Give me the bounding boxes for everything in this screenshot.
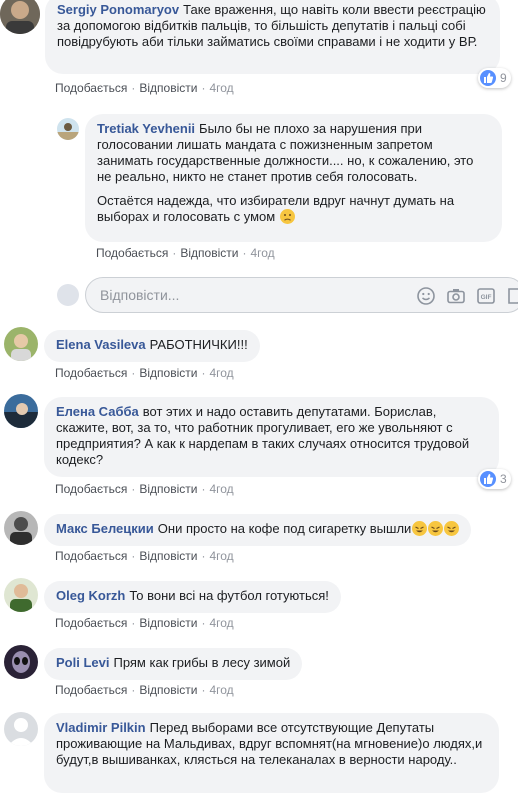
comment-author[interactable]: Елена Сабба [56, 404, 139, 419]
comment-author[interactable]: Oleg Korzh [56, 588, 125, 603]
emoji-icon[interactable] [416, 286, 436, 306]
like-link[interactable]: Подобається [55, 81, 127, 95]
avatar-photo [4, 327, 38, 361]
avatar[interactable] [4, 511, 38, 545]
like-link[interactable]: Подобається [55, 616, 127, 630]
avatar[interactable] [4, 578, 38, 612]
comment-author[interactable]: Tretiak Yevhenii [97, 121, 195, 136]
comment-actions: Подобається · Відповісти · 4год [55, 81, 234, 95]
comment-bubble: Elena Vasileva РАБОТНИЧКИ!!! [44, 330, 260, 362]
avatar-photo [0, 0, 40, 34]
sticker-icon[interactable] [506, 286, 518, 306]
comment-bubble: Макс Белецкии Они просто на кофе под сига… [44, 514, 472, 546]
avatar-photo [4, 511, 38, 545]
comment-actions: Подобається · Відповісти · 4год [55, 549, 234, 563]
gif-icon[interactable]: GIF [476, 286, 496, 306]
like-link[interactable]: Подобається [55, 366, 127, 380]
reply-link[interactable]: Відповісти [139, 81, 197, 95]
reply-link[interactable]: Відповісти [139, 683, 197, 697]
comment-author[interactable]: Elena Vasileva [56, 337, 146, 352]
avatar[interactable] [57, 118, 79, 140]
like-icon [480, 471, 496, 487]
comment-author[interactable]: Poli Levi [56, 655, 109, 670]
reply-link[interactable]: Відповісти [139, 616, 197, 630]
camera-icon[interactable] [446, 286, 466, 306]
comment-author[interactable]: Sergiy Ponomaryov [57, 2, 179, 17]
comment-bubble: Poli Levi Прям как грибы в лесу зимой [44, 648, 303, 680]
comment-actions: Подобається · Відповісти · 4год [55, 616, 234, 630]
comment-time[interactable]: 4год [209, 549, 233, 563]
reply-link[interactable]: Відповісти [139, 482, 197, 496]
rofl-emoji-icon [444, 521, 460, 536]
comment-bubble: Tretiak Yevhenii Было бы не плохо за нару… [85, 114, 502, 242]
comment-text: Они просто на кофе под сигаретку вышли [157, 521, 412, 536]
avatar-photo [57, 118, 79, 140]
avatar[interactable] [4, 327, 38, 361]
comment-time[interactable]: 4год [209, 482, 233, 496]
reply-link[interactable]: Відповісти [180, 246, 238, 260]
comment-author[interactable]: Vladimir Pilkin [56, 720, 146, 735]
avatar[interactable] [4, 394, 38, 428]
svg-text:GIF: GIF [481, 294, 492, 301]
comment-actions: Подобається · Відповісти · 4год [55, 366, 234, 380]
reply-link[interactable]: Відповісти [139, 366, 197, 380]
like-link[interactable]: Подобається [96, 246, 168, 260]
avatar-photo [4, 394, 38, 428]
rofl-emoji-icon [412, 521, 428, 536]
comment-author[interactable]: Макс Белецкии [56, 521, 154, 536]
comment-time[interactable]: 4год [250, 246, 274, 260]
avatar[interactable] [4, 645, 38, 679]
current-user-avatar [57, 284, 79, 306]
like-link[interactable]: Подобається [55, 549, 127, 563]
comment-time[interactable]: 4год [209, 683, 233, 697]
reaction-count[interactable]: 9 [478, 68, 511, 88]
comment-text: РАБОТНИЧКИ!!! [149, 337, 248, 352]
disappointed-emoji-icon [279, 209, 295, 224]
comment-actions: Подобається · Відповісти · 4год [55, 683, 234, 697]
reply-box: GIF [85, 277, 518, 313]
comment-actions: Подобається · Відповісти · 4год [96, 246, 275, 260]
reply-input[interactable] [98, 286, 402, 304]
comment-time[interactable]: 4год [209, 616, 233, 630]
comment-time[interactable]: 4год [209, 81, 233, 95]
reaction-number: 9 [500, 71, 507, 85]
comment-bubble: Vladimir Pilkin Перед выборами все отсутс… [44, 713, 499, 793]
avatar[interactable] [0, 0, 40, 34]
avatar-photo [4, 645, 38, 679]
comment-text: То вони всі на футбол готуються! [129, 588, 329, 603]
comment-bubble: Sergiy Ponomaryov Таке враження, що навіт… [45, 0, 500, 74]
avatar[interactable] [4, 712, 38, 746]
reaction-count[interactable]: 3 [478, 469, 511, 489]
default-avatar-icon [4, 712, 38, 746]
like-link[interactable]: Подобається [55, 482, 127, 496]
comment-text-2: Остаётся надежда, что избиратели вдруг н… [97, 193, 455, 224]
rofl-emoji-icon [428, 521, 444, 536]
avatar-photo [4, 578, 38, 612]
comment-bubble: Елена Сабба вот этих и надо оставить депу… [44, 397, 499, 477]
like-link[interactable]: Подобається [55, 683, 127, 697]
reaction-number: 3 [500, 472, 507, 486]
reply-link[interactable]: Відповісти [139, 549, 197, 563]
comment-time[interactable]: 4год [209, 366, 233, 380]
comment-text: Прям как грибы в лесу зимой [113, 655, 291, 670]
like-icon [480, 70, 496, 86]
comment-bubble: Oleg Korzh То вони всі на футбол готуютьс… [44, 581, 341, 613]
comment-actions: Подобається · Відповісти · 4год [55, 482, 234, 496]
